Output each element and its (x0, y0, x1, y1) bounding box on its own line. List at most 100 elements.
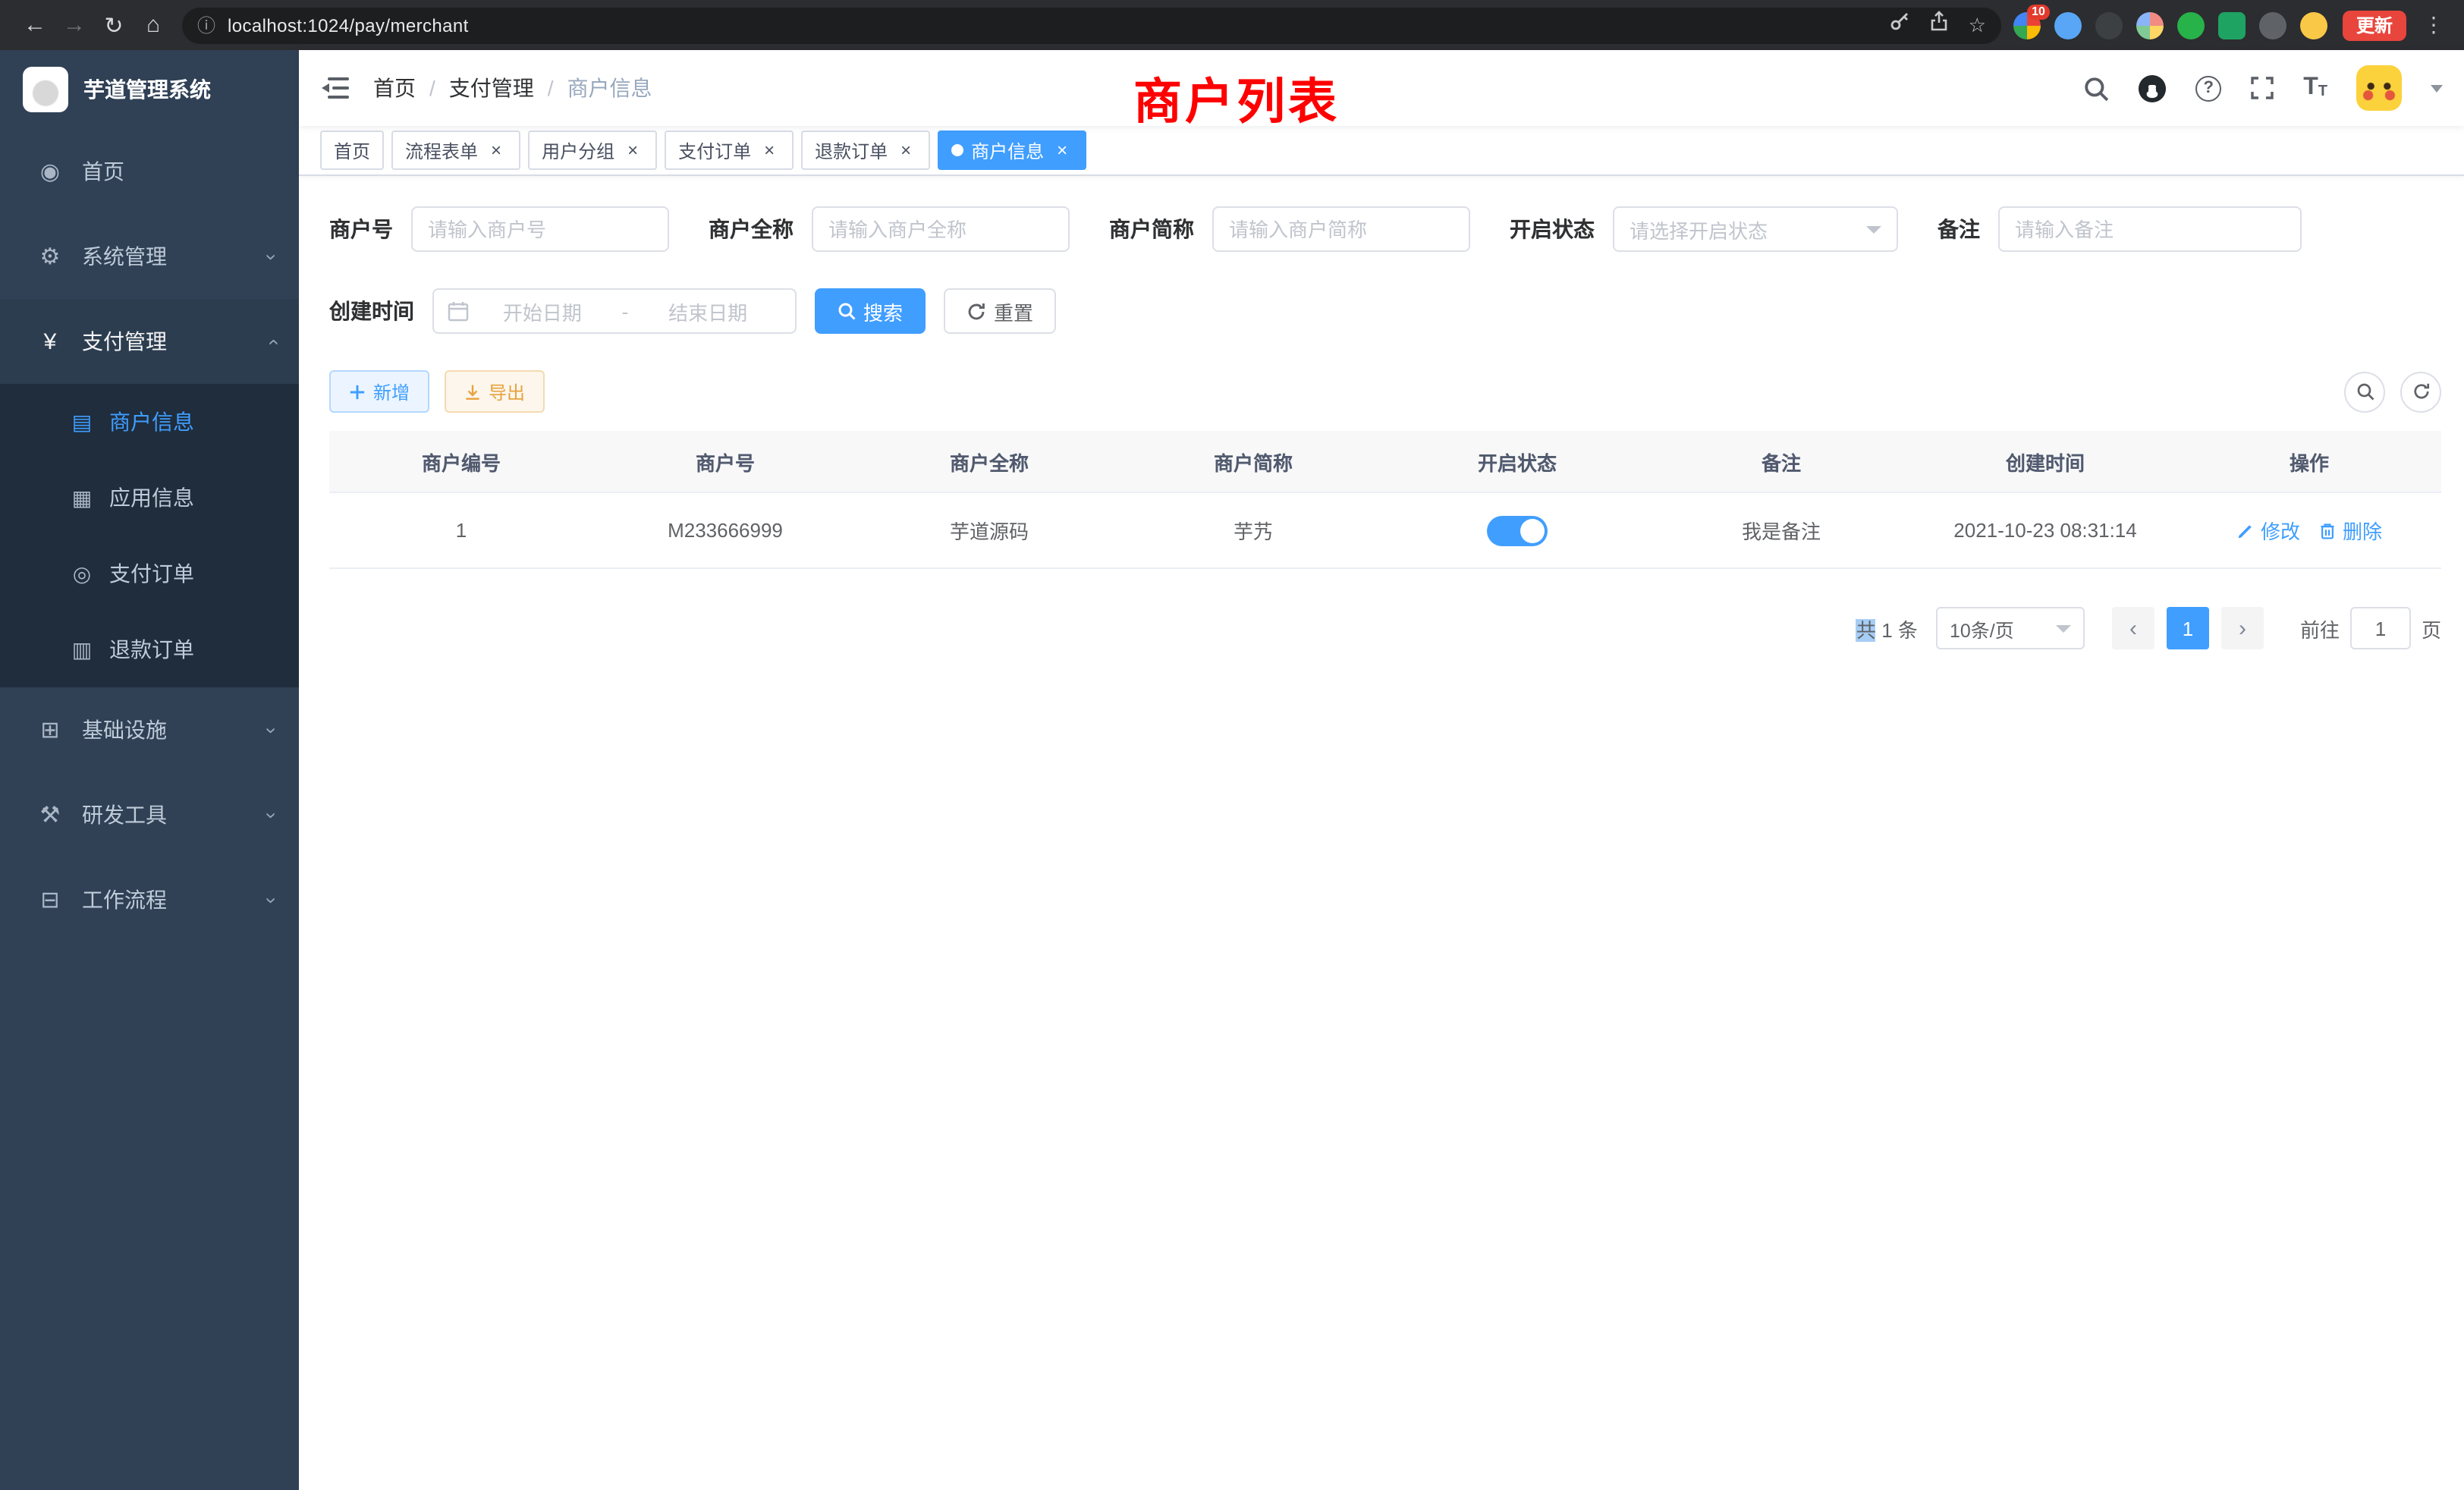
breadcrumb-home[interactable]: 首页 (373, 73, 416, 103)
yen-icon: ¥ (33, 328, 67, 354)
status-toggle[interactable] (1487, 515, 1548, 545)
field-label: 备注 (1938, 214, 1980, 244)
page-info-icon[interactable]: ⓘ (197, 12, 215, 38)
close-icon[interactable]: × (1051, 140, 1073, 161)
sidebar-item-label: 商户信息 (109, 407, 194, 437)
col-header: 操作 (2177, 447, 2441, 476)
export-button[interactable]: 导出 (445, 370, 545, 413)
share-icon[interactable] (1929, 11, 1950, 39)
search-icon[interactable] (2083, 75, 2109, 101)
close-icon[interactable]: × (895, 140, 916, 161)
prev-page-button[interactable]: ‹ (2112, 607, 2154, 649)
sidebar-item-label: 退款订单 (109, 634, 194, 665)
search-icon (2356, 382, 2374, 401)
sidebar-item-pay-order[interactable]: ◎ 支付订单 (0, 536, 299, 611)
next-page-button[interactable]: › (2221, 607, 2264, 649)
sidebar-item-home[interactable]: ◉ 首页 (0, 129, 299, 214)
extension-green-circle-icon[interactable] (2177, 11, 2205, 39)
tab-label: 首页 (334, 137, 370, 163)
toggle-search-button[interactable] (2344, 371, 2385, 412)
add-button[interactable]: 新增 (329, 370, 429, 413)
sidebar-item-label: 系统管理 (82, 241, 268, 272)
end-date-placeholder[interactable]: 结束日期 (634, 297, 781, 325)
page-size-select[interactable]: 10条/页 (1936, 607, 2085, 649)
extension-color-icon[interactable] (2136, 11, 2164, 39)
address-bar[interactable]: ⓘ localhost:1024/pay/merchant ☆ (182, 7, 2001, 43)
sidebar-item-merchant-info[interactable]: ▤ 商户信息 (0, 384, 299, 460)
sidebar-item-app-info[interactable]: ▦ 应用信息 (0, 460, 299, 536)
refresh-icon (2412, 382, 2430, 401)
sidebar-item-infrastructure[interactable]: ⊞ 基础设施 › (0, 687, 299, 772)
full-name-input[interactable] (812, 206, 1070, 252)
breadcrumb-payment[interactable]: 支付管理 (449, 73, 534, 103)
short-name-input[interactable] (1212, 206, 1470, 252)
close-icon[interactable]: × (759, 140, 780, 161)
page-1-button[interactable]: 1 (2167, 607, 2209, 649)
github-icon[interactable] (2138, 74, 2167, 102)
font-size-large-glyph: T (2303, 76, 2318, 100)
close-icon[interactable]: × (486, 140, 507, 161)
tab-merchant-info[interactable]: 商户信息× (938, 130, 1086, 170)
tab-refund-order[interactable]: 退款订单× (801, 130, 930, 170)
field-label: 开启状态 (1510, 214, 1595, 244)
refresh-table-button[interactable] (2400, 371, 2441, 412)
top-navbar: 首页 / 支付管理 / 商户信息 商户列表 ? (299, 50, 2464, 126)
status-select[interactable]: 请选择开启状态 (1613, 206, 1898, 252)
extension-face-icon[interactable] (2300, 11, 2327, 39)
home-icon[interactable]: ⌂ (134, 5, 173, 45)
extension-drop-icon[interactable] (2054, 11, 2082, 39)
edit-link[interactable]: 修改 (2236, 516, 2300, 545)
sidebar-item-label: 基础设施 (82, 715, 268, 745)
extension-pinwheel-icon[interactable] (2259, 11, 2286, 39)
reload-icon[interactable]: ↻ (94, 5, 134, 45)
cell-create-time: 2021-10-23 08:31:14 (1913, 519, 2177, 542)
sidebar-item-refund-order[interactable]: ▥ 退款订单 (0, 611, 299, 687)
password-key-icon[interactable] (1890, 11, 1911, 39)
total-count: 1 (1881, 618, 1892, 641)
dashboard-icon: ◉ (33, 158, 67, 185)
tab-pay-order[interactable]: 支付订单× (665, 130, 794, 170)
breadcrumb: 首页 / 支付管理 / 商户信息 (373, 73, 652, 103)
help-icon[interactable]: ? (2195, 75, 2221, 101)
search-button[interactable]: 搜索 (815, 288, 926, 334)
extension-green-square-icon[interactable] (2218, 11, 2246, 39)
sidebar-item-dev-tools[interactable]: ⚒ 研发工具 › (0, 772, 299, 857)
browser-update-button[interactable]: 更新 (2343, 10, 2406, 40)
search-icon (838, 302, 856, 320)
table-header-row: 商户编号 商户号 商户全称 商户简称 开启状态 备注 创建时间 操作 (329, 431, 2441, 493)
extensions-area: 10 (2013, 11, 2327, 39)
gear-icon: ⚙ (33, 243, 67, 270)
app-logo[interactable]: 芋道管理系统 (0, 50, 299, 129)
start-date-placeholder[interactable]: 开始日期 (469, 297, 616, 325)
grid-icon: ▦ (67, 485, 97, 511)
goto-page-input[interactable] (2350, 607, 2411, 649)
hamburger-icon[interactable] (322, 76, 349, 100)
remark-input[interactable] (1998, 206, 2302, 252)
avatar-dropdown-caret-icon[interactable] (2431, 85, 2443, 99)
reset-button[interactable]: 重置 (944, 288, 1056, 334)
bookmark-star-icon[interactable]: ☆ (1969, 13, 1986, 37)
logo-image (23, 67, 68, 112)
merchant-no-input[interactable] (411, 206, 669, 252)
tab-process-form[interactable]: 流程表单× (391, 130, 520, 170)
sidebar-item-system[interactable]: ⚙ 系统管理 › (0, 214, 299, 299)
date-range-picker[interactable]: 开始日期 - 结束日期 (432, 288, 797, 334)
extension-dark-icon[interactable] (2095, 11, 2123, 39)
chevron-down-icon: › (260, 897, 283, 904)
extension-grid-icon[interactable]: 10 (2013, 11, 2041, 39)
forward-icon[interactable]: → (55, 5, 94, 45)
back-icon[interactable]: ← (15, 5, 55, 45)
sidebar-item-payment[interactable]: ¥ 支付管理 › (0, 299, 299, 384)
sidebar-item-workflow[interactable]: ⊟ 工作流程 › (0, 857, 299, 942)
font-size-icon[interactable]: TT (2303, 76, 2327, 100)
cell-remark: 我是备注 (1649, 516, 1913, 545)
close-icon[interactable]: × (622, 140, 643, 161)
fullscreen-icon[interactable] (2250, 76, 2274, 100)
trash-icon (2318, 521, 2337, 539)
tab-user-group[interactable]: 用户分组× (528, 130, 657, 170)
select-placeholder: 请选择开启状态 (1630, 215, 1866, 244)
browser-menu-icon[interactable]: ⋮ (2418, 12, 2449, 38)
tab-home[interactable]: 首页 (320, 130, 384, 170)
delete-link[interactable]: 删除 (2318, 516, 2382, 545)
user-avatar[interactable] (2356, 65, 2402, 111)
